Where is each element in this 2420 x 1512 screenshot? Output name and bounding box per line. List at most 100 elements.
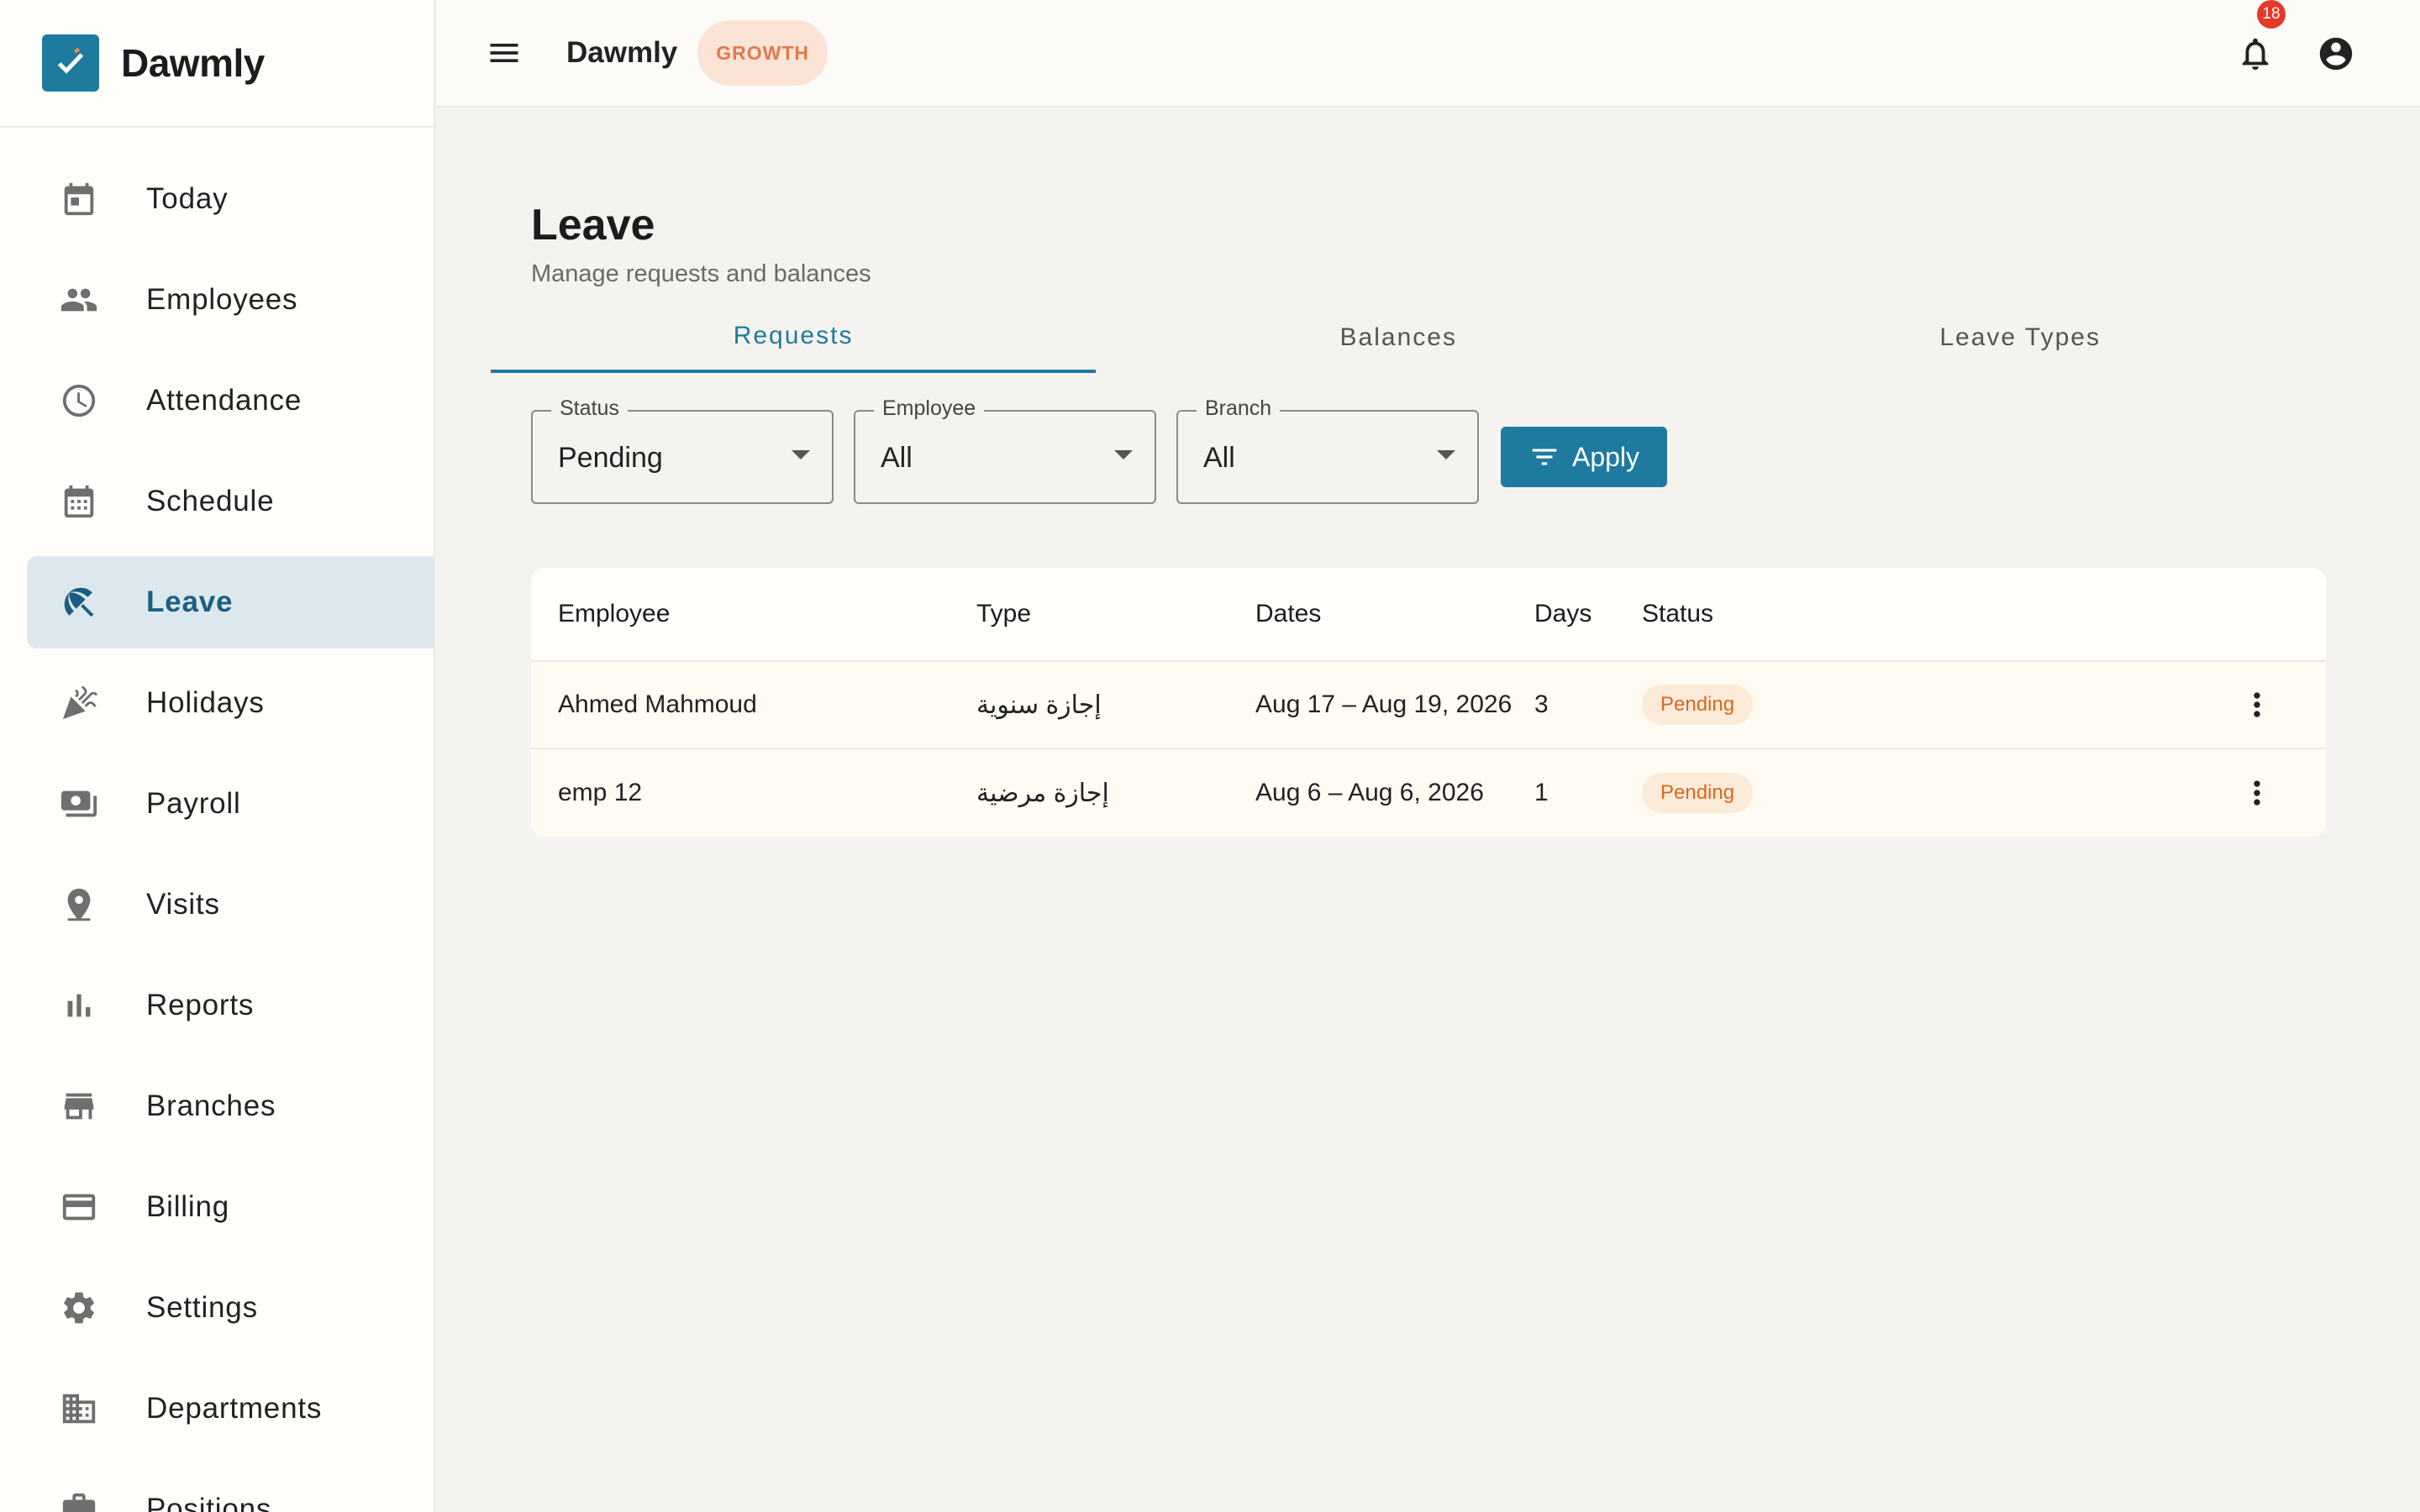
main-content: Leave Manage requests and balances Reque… — [437, 109, 2420, 1512]
topbar-actions: 18 — [2208, 0, 2370, 87]
topbar-title: Dawmly — [566, 36, 678, 69]
notification-count-badge: 18 — [2257, 0, 2286, 29]
status-badge: Pending — [1642, 773, 1754, 813]
people-icon — [45, 281, 113, 319]
row-actions-button[interactable] — [2232, 680, 2282, 730]
sidebar-item-label: Employees — [146, 283, 298, 316]
gear-icon — [45, 1289, 113, 1327]
employee-select[interactable]: Employee All — [854, 396, 1156, 504]
table-header-row: Employee Type Dates Days Status — [531, 568, 2326, 662]
account-button[interactable] — [2302, 20, 2370, 87]
column-header-type[interactable]: Type — [976, 600, 1031, 628]
sidebar-item-departments[interactable]: Departments — [27, 1362, 434, 1455]
sidebar-item-label: Reports — [146, 989, 255, 1021]
days-cell: 1 — [1534, 779, 1549, 806]
sidebar-item-label: Leave — [146, 585, 234, 618]
tab-requests[interactable]: Requests — [491, 302, 1097, 373]
clock-icon — [45, 381, 113, 420]
employee-select-value: All — [881, 442, 913, 474]
more-vertical-icon — [2254, 692, 2260, 717]
row-actions-button[interactable] — [2232, 768, 2282, 818]
type-cell: إجازة مرضية — [976, 779, 1109, 807]
employee-cell: Ahmed Mahmoud — [558, 690, 757, 718]
sidebar-item-label: Today — [146, 182, 229, 215]
dates-cell: Aug 6 – Aug 6, 2026 — [1255, 779, 1484, 806]
bell-icon — [2242, 38, 2269, 71]
sidebar-item-employees[interactable]: Employees — [27, 254, 434, 346]
beach-umbrella-icon — [45, 583, 113, 622]
column-header-employee[interactable]: Employee — [558, 600, 670, 628]
sidebar-item-branches[interactable]: Branches — [27, 1060, 434, 1152]
brand-name: Dawmly — [121, 41, 265, 85]
calendar-grid-icon — [45, 482, 113, 521]
tab-balances[interactable]: Balances — [1096, 302, 1701, 373]
page-subtitle: Manage requests and balances — [531, 260, 871, 287]
sidebar-item-label: Departments — [146, 1392, 323, 1425]
location-pin-icon — [45, 885, 113, 924]
sidebar-item-label: Schedule — [146, 485, 275, 517]
dropdown-arrow-icon — [792, 450, 810, 459]
sidebar-item-holidays[interactable]: Holidays — [27, 657, 434, 749]
brand[interactable]: Dawmly — [0, 0, 434, 128]
credit-card-icon — [45, 1188, 113, 1226]
filter-icon — [1532, 449, 1557, 465]
page-title: Leave — [531, 201, 655, 249]
branch-select[interactable]: Branch All — [1176, 396, 1479, 504]
employee-select-label: Employee — [874, 396, 985, 421]
sidebar-item-attendance[interactable]: Attendance — [27, 354, 434, 447]
sidebar-item-label: Payroll — [146, 787, 241, 820]
filter-bar: Status Pending Employee All Branch All A… — [531, 396, 1667, 504]
sidebar-item-billing[interactable]: Billing — [27, 1161, 434, 1253]
sidebar-item-reports[interactable]: Reports — [27, 959, 434, 1052]
bar-chart-icon — [45, 986, 113, 1025]
status-badge: Pending — [1642, 685, 1754, 725]
sidebar-item-label: Holidays — [146, 686, 265, 719]
calendar-today-icon — [45, 180, 113, 218]
dropdown-arrow-icon — [1437, 450, 1455, 459]
store-icon — [45, 1087, 113, 1126]
sidebar-item-today[interactable]: Today — [27, 153, 434, 245]
status-select[interactable]: Status Pending — [531, 396, 834, 504]
status-select-value: Pending — [558, 442, 663, 474]
apply-button[interactable]: Apply — [1501, 427, 1667, 487]
sidebar-item-label: Billing — [146, 1190, 229, 1223]
status-select-label: Status — [551, 396, 628, 421]
sidebar-item-label: Positions — [146, 1493, 272, 1512]
tab-leave-types[interactable]: Leave Types — [1701, 302, 2339, 373]
table-row[interactable]: Ahmed Mahmoud إجازة سنوية Aug 17 – Aug 1… — [531, 662, 2326, 749]
hamburger-menu-icon — [490, 44, 518, 62]
sidebar-item-payroll[interactable]: Payroll — [27, 758, 434, 850]
sidebar-item-leave[interactable]: Leave — [27, 556, 434, 648]
briefcase-icon — [45, 1490, 113, 1512]
sidebar-item-label: Visits — [146, 888, 220, 921]
apply-button-label: Apply — [1571, 441, 1640, 472]
sidebar-item-positions[interactable]: Positions — [27, 1463, 434, 1512]
branch-select-label: Branch — [1197, 396, 1281, 421]
menu-button[interactable] — [479, 28, 529, 78]
column-header-dates[interactable]: Dates — [1255, 600, 1321, 628]
more-vertical-icon — [2254, 780, 2260, 806]
sidebar-item-label: Attendance — [146, 384, 302, 417]
leave-requests-table: Employee Type Dates Days Status Ahmed Ma… — [531, 568, 2326, 837]
tab-bar: Requests Balances Leave Types — [491, 302, 2339, 373]
dropdown-arrow-icon — [1114, 450, 1133, 459]
sidebar-nav: Today Employees Attendance Schedule Leav… — [0, 128, 434, 1512]
column-header-status[interactable]: Status — [1642, 600, 1713, 628]
branch-select-value: All — [1203, 442, 1235, 474]
plan-badge: GROWTH — [697, 20, 829, 86]
money-icon — [45, 785, 113, 823]
type-cell: إجازة سنوية — [976, 690, 1102, 719]
days-cell: 3 — [1534, 690, 1549, 718]
column-header-days[interactable]: Days — [1534, 600, 1591, 628]
building-icon — [45, 1389, 113, 1428]
sidebar-item-visits[interactable]: Visits — [27, 858, 434, 951]
table-row[interactable]: emp 12 إجازة مرضية Aug 6 – Aug 6, 2026 1… — [531, 749, 2326, 837]
sidebar-item-settings[interactable]: Settings — [27, 1262, 434, 1354]
notifications-button[interactable]: 18 — [2222, 0, 2289, 87]
sidebar-item-label: Settings — [146, 1291, 258, 1324]
topbar: Dawmly GROWTH 18 — [437, 0, 2420, 108]
checkbox-logo-icon — [42, 34, 99, 92]
dates-cell: Aug 17 – Aug 19, 2026 — [1255, 690, 1512, 718]
sidebar-item-schedule[interactable]: Schedule — [27, 455, 434, 548]
sidebar-item-label: Branches — [146, 1089, 276, 1122]
